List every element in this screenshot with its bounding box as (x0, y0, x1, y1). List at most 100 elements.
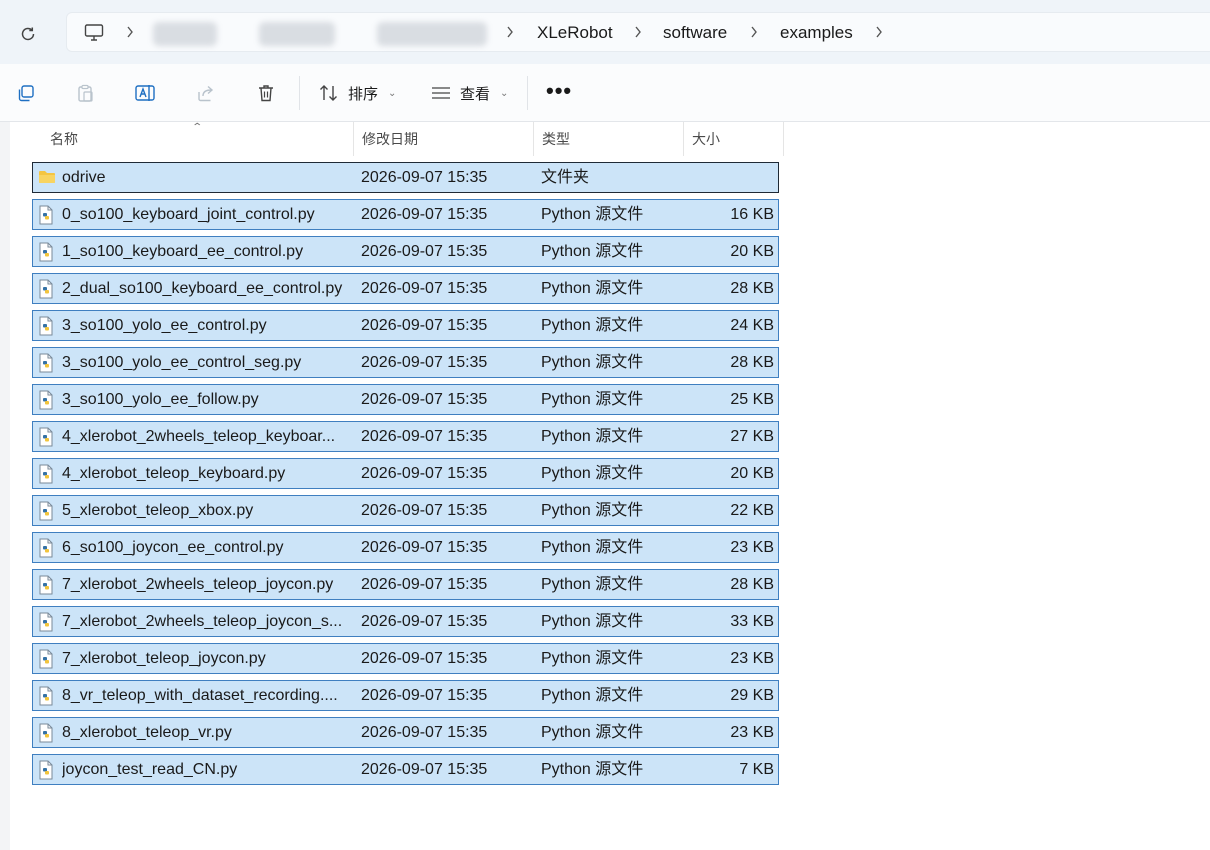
view-label: 查看 (460, 85, 491, 103)
rename-icon[interactable] (132, 80, 158, 106)
python-file-icon (38, 427, 56, 447)
file-size: 28 KB (730, 576, 774, 593)
chevron-right-icon[interactable] (872, 23, 886, 41)
view-button[interactable]: 查看 ⌄ (430, 80, 508, 106)
file-date: 2026-09-07 15:35 (361, 687, 488, 704)
python-file-icon (38, 316, 56, 336)
redacted-crumb (259, 22, 335, 46)
file-row[interactable]: 6_so100_joycon_ee_control.py 2026-09-07 1… (32, 532, 779, 563)
file-type: Python 源文件 (541, 465, 644, 482)
file-row[interactable]: 7_xlerobot_2wheels_teleop_joycon_s... 202… (32, 606, 779, 637)
file-name: 1_so100_keyboard_ee_control.py (62, 243, 304, 260)
breadcrumb-item-examples[interactable]: examples (780, 21, 853, 45)
file-date: 2026-09-07 15:35 (361, 650, 488, 667)
file-row[interactable]: joycon_test_read_CN.py 2026-09-07 15:35 Py… (32, 754, 779, 785)
folder-row[interactable]: odrive 2026-09-07 15:35 文件夹 (32, 162, 779, 193)
chevron-right-icon[interactable] (503, 23, 517, 41)
file-size: 28 KB (730, 354, 774, 371)
more-options-button[interactable]: ••• (546, 80, 572, 102)
file-name: 7_xlerobot_2wheels_teleop_joycon.py (62, 576, 334, 593)
file-date: 2026-09-07 15:35 (361, 428, 488, 445)
python-file-icon (38, 538, 56, 558)
file-row[interactable]: 1_so100_keyboard_ee_control.py 2026-09-07… (32, 236, 779, 267)
file-row[interactable]: 4_xlerobot_teleop_keyboard.py 2026-09-07 … (32, 458, 779, 489)
file-row[interactable]: 7_xlerobot_2wheels_teleop_joycon.py 2026-… (32, 569, 779, 600)
file-row[interactable]: 0_so100_keyboard_joint_control.py 2026-09… (32, 199, 779, 230)
file-row[interactable]: 4_xlerobot_2wheels_teleop_keyboar... 2026… (32, 421, 779, 452)
file-date: 2026-09-07 15:35 (361, 724, 488, 741)
computer-icon[interactable] (83, 22, 105, 44)
sort-button[interactable]: 排序 ⌄ (318, 80, 396, 106)
refresh-icon[interactable] (14, 20, 42, 48)
file-row[interactable]: 3_so100_yolo_ee_control_seg.py 2026-09-07… (32, 347, 779, 378)
file-row[interactable]: 7_xlerobot_teleop_joycon.py 2026-09-07 15… (32, 643, 779, 674)
column-header-name[interactable]: 名称 (42, 122, 354, 156)
file-row[interactable]: 8_xlerobot_teleop_vr.py 2026-09-07 15:35 P… (32, 717, 779, 748)
python-file-icon (38, 390, 56, 410)
chevron-right-icon[interactable] (123, 23, 137, 41)
file-name: 8_vr_teleop_with_dataset_recording.... (62, 687, 338, 704)
breadcrumb[interactable]: XLeRobot software examples (66, 12, 1210, 52)
copy-icon[interactable] (13, 80, 39, 106)
navigation-pane-edge (0, 122, 10, 850)
file-name: 4_xlerobot_teleop_keyboard.py (62, 465, 286, 482)
file-row[interactable]: 3_so100_yolo_ee_follow.py 2026-09-07 15:3… (32, 384, 779, 415)
file-name: 0_so100_keyboard_joint_control.py (62, 206, 315, 223)
python-file-icon (38, 242, 56, 262)
share-icon[interactable] (193, 80, 219, 106)
chevron-right-icon[interactable] (747, 23, 761, 41)
file-type: Python 源文件 (541, 613, 644, 630)
file-type: Python 源文件 (541, 539, 644, 556)
file-date: 2026-09-07 15:35 (361, 206, 488, 223)
file-type: Python 源文件 (541, 650, 644, 667)
python-file-icon (38, 205, 56, 225)
file-type: 文件夹 (541, 169, 590, 186)
file-name: 7_xlerobot_teleop_joycon.py (62, 650, 266, 667)
file-date: 2026-09-07 15:35 (361, 465, 488, 482)
folder-icon (38, 169, 56, 189)
file-type: Python 源文件 (541, 317, 644, 334)
file-name: odrive (62, 169, 106, 186)
python-file-icon (38, 760, 56, 780)
paste-icon[interactable] (72, 80, 98, 106)
file-type: Python 源文件 (541, 761, 644, 778)
file-date: 2026-09-07 15:35 (361, 613, 488, 630)
chevron-right-icon[interactable] (631, 23, 645, 41)
file-name: 5_xlerobot_teleop_xbox.py (62, 502, 254, 519)
file-name: 6_so100_joycon_ee_control.py (62, 539, 284, 556)
file-size: 27 KB (730, 428, 774, 445)
python-file-icon (38, 501, 56, 521)
file-size: 33 KB (730, 613, 774, 630)
breadcrumb-item-software[interactable]: software (663, 21, 727, 45)
file-type: Python 源文件 (541, 687, 644, 704)
python-file-icon (38, 279, 56, 299)
python-file-icon (38, 464, 56, 484)
file-name: 8_xlerobot_teleop_vr.py (62, 724, 232, 741)
breadcrumb-item-xlerobot[interactable]: XLeRobot (537, 21, 613, 45)
file-size: 16 KB (730, 206, 774, 223)
file-row[interactable]: 3_so100_yolo_ee_control.py 2026-09-07 15:… (32, 310, 779, 341)
view-list-icon (432, 87, 450, 99)
file-row[interactable]: 2_dual_so100_keyboard_ee_control.py 2026-… (32, 273, 779, 304)
file-row[interactable]: 5_xlerobot_teleop_xbox.py 2026-09-07 15:3… (32, 495, 779, 526)
file-name: 4_xlerobot_2wheels_teleop_keyboar... (62, 428, 336, 445)
file-size: 25 KB (730, 391, 774, 408)
file-size: 23 KB (730, 724, 774, 741)
file-date: 2026-09-07 15:35 (361, 761, 488, 778)
file-size: 29 KB (730, 687, 774, 704)
file-row[interactable]: 8_vr_teleop_with_dataset_recording.... 20… (32, 680, 779, 711)
column-header-size[interactable]: 大小 (684, 122, 784, 156)
chevron-down-icon: ⌄ (388, 87, 397, 99)
chevron-down-icon: ⌄ (500, 87, 509, 99)
column-header-date[interactable]: 修改日期 (354, 122, 534, 156)
file-size: 23 KB (730, 539, 774, 556)
python-file-icon (38, 649, 56, 669)
delete-icon[interactable] (253, 80, 279, 106)
file-name: 3_so100_yolo_ee_control.py (62, 317, 267, 334)
file-size: 22 KB (730, 502, 774, 519)
file-type: Python 源文件 (541, 576, 644, 593)
python-file-icon (38, 575, 56, 595)
toolbar-divider (527, 76, 528, 110)
file-date: 2026-09-07 15:35 (361, 243, 488, 260)
column-header-type[interactable]: 类型 (534, 122, 684, 156)
